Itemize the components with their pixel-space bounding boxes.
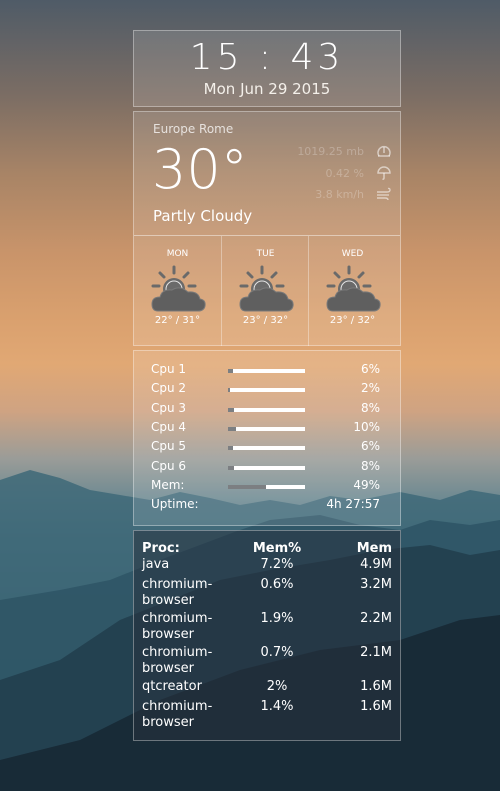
weather-location: Europe Rome — [153, 122, 234, 136]
process-name: chromium-browser — [142, 699, 213, 730]
mem-percent-header: Mem% — [252, 540, 302, 556]
weather-pressure: 1019.25 mb — [297, 145, 364, 158]
wind-icon — [377, 187, 391, 201]
weather-wind: 3.8 km/h — [315, 188, 364, 201]
forecast-day-label: TUE — [256, 249, 275, 259]
usage-bar-fill — [228, 485, 266, 489]
process-mem-percent: 7.2% — [260, 557, 294, 572]
usage-bar-fill — [228, 388, 230, 392]
process-mem-percent: 0.7% — [260, 645, 294, 660]
cpu-row: Cpu 4 10% — [151, 420, 380, 438]
weather-condition: Partly Cloudy — [153, 207, 253, 225]
cpu-label: Cpu 6 — [151, 459, 187, 473]
process-name: chromium-browser — [142, 577, 213, 608]
process-mem-percent: 1.4% — [260, 699, 294, 714]
clock-date: Mon Jun 29 2015 — [203, 80, 331, 98]
forecast-range: 23° / 32° — [242, 315, 289, 326]
forecast-day-label: MON — [166, 249, 189, 259]
usage-bar-fill — [228, 427, 236, 431]
forecast-day: TUE 23° / 32° — [221, 236, 309, 346]
cpu-row: Cpu 3 8% — [151, 401, 380, 419]
cpu-row: Cpu 6 8% — [151, 459, 380, 477]
process-mem: 4.9M — [360, 557, 392, 572]
memory-label: Mem: — [151, 478, 185, 492]
uptime-value: 4h 27:57 — [326, 497, 380, 511]
usage-bar — [228, 427, 305, 431]
usage-bar — [228, 466, 305, 470]
forecast-day-label: WED — [341, 249, 364, 259]
process-mem: 2.1M — [360, 645, 392, 660]
process-header-row: Proc: Mem% Mem — [142, 539, 392, 557]
process-mem-percent: 0.6% — [260, 577, 294, 592]
pressure-icon — [377, 146, 391, 157]
process-row: chromium-browser 1.9% 2.2M — [142, 611, 392, 645]
cpu-row: Cpu 2 2% — [151, 381, 380, 399]
process-mem: 1.6M — [360, 679, 392, 694]
process-mem: 3.2M — [360, 577, 392, 592]
forecast-range: 23° / 32° — [329, 315, 376, 326]
process-table: Proc: Mem% Mem java 7.2% 4.9M chromium-b… — [142, 539, 392, 733]
forecast-range: 22° / 31° — [154, 315, 201, 326]
usage-bar-fill — [228, 466, 235, 470]
process-name: chromium-browser — [142, 645, 213, 676]
system-monitor-widget: Cpu 1 6% Cpu 2 2% Cpu 3 8% Cpu 4 10% Cpu… — [133, 350, 401, 526]
usage-bar-fill — [228, 369, 233, 373]
clock-time: 15 : 43 — [189, 37, 345, 78]
weather-widget: Europe Rome 30° Partly Cloudy 1019.25 mb… — [133, 111, 401, 346]
cpu-label: Cpu 4 — [151, 420, 187, 434]
process-mem-percent: 1.9% — [260, 611, 294, 626]
usage-bar — [228, 446, 305, 450]
forecast-day: WED 23° / 32° — [308, 236, 396, 346]
mem-header: Mem — [356, 540, 392, 556]
usage-value: 2% — [360, 381, 380, 395]
memory-row: Mem: 49% — [151, 478, 380, 496]
process-row: qtcreator 2% 1.6M — [142, 679, 392, 699]
weather-temperature: 30° — [152, 138, 248, 201]
process-mem-percent: 2% — [266, 679, 288, 694]
clock-widget: 15 : 43 Mon Jun 29 2015 — [133, 30, 401, 107]
usage-value: 49% — [353, 478, 380, 492]
usage-bar — [228, 369, 305, 373]
process-row: chromium-browser 0.7% 2.1M — [142, 645, 392, 679]
usage-bar — [228, 485, 305, 489]
weather-precipitation: 0.42 % — [325, 167, 364, 180]
usage-bar-fill — [228, 446, 233, 450]
process-row: chromium-browser 1.4% 1.6M — [142, 699, 392, 733]
usage-value: 8% — [360, 401, 380, 415]
process-mem: 1.6M — [360, 699, 392, 714]
usage-value: 8% — [360, 459, 380, 473]
usage-bar — [228, 388, 305, 392]
cpu-row: Cpu 1 6% — [151, 362, 380, 380]
umbrella-icon — [377, 166, 391, 180]
forecast-day: MON 22° / 31° — [134, 236, 221, 346]
process-list-widget: Proc: Mem% Mem java 7.2% 4.9M chromium-b… — [133, 530, 401, 741]
uptime-label: Uptime: — [151, 497, 199, 511]
cpu-label: Cpu 1 — [151, 362, 187, 376]
usage-value: 6% — [360, 439, 380, 453]
cpu-row: Cpu 5 6% — [151, 439, 380, 457]
process-row: java 7.2% 4.9M — [142, 557, 392, 577]
process-name-header: Proc: — [142, 540, 180, 556]
process-name: chromium-browser — [142, 611, 213, 642]
process-row: chromium-browser 0.6% 3.2M — [142, 577, 392, 611]
process-name: qtcreator — [142, 679, 202, 694]
usage-bar-fill — [228, 408, 235, 412]
cpu-label: Cpu 5 — [151, 439, 187, 453]
cpu-label: Cpu 2 — [151, 381, 187, 395]
usage-bar — [228, 408, 305, 412]
cpu-label: Cpu 3 — [151, 401, 187, 415]
usage-value: 6% — [360, 362, 380, 376]
process-mem: 2.2M — [360, 611, 392, 626]
usage-value: 10% — [353, 420, 380, 434]
uptime-row: Uptime: 4h 27:57 — [151, 497, 380, 515]
process-name: java — [142, 557, 170, 572]
partly-cloudy-icon — [238, 265, 294, 312]
partly-cloudy-icon — [325, 265, 381, 312]
partly-cloudy-icon — [150, 265, 206, 312]
